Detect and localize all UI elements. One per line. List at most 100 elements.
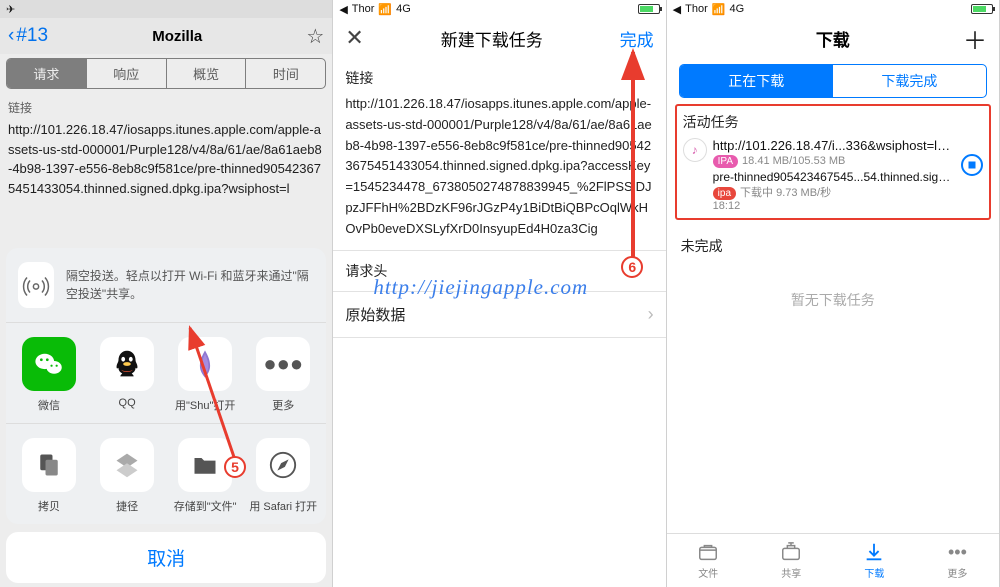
tab-download[interactable]: 下载 [833,534,916,587]
safari-icon [256,438,310,492]
section-active-tasks: 活动任务 [683,112,983,132]
status-app-name: Thor [352,3,375,15]
task-tag-ext: ipa [713,187,736,200]
shu-icon [178,337,232,391]
network-label: 4G [396,3,411,15]
share-icon [780,541,802,563]
download-task-row[interactable]: ♪ http://101.226.18.47/i...336&wsiphost=… [683,138,983,212]
copy-icon [22,438,76,492]
tab-more[interactable]: ••• 更多 [916,534,999,587]
back-app-icon[interactable]: ◀ [673,3,681,16]
tab-response[interactable]: 响应 [87,59,167,88]
raw-data-label: 原始数据 [345,304,405,325]
tab-files-label: 文件 [698,565,718,580]
tab-share-label: 共享 [781,565,801,580]
pane-share-sheet: ✈ ‹ #13 Mozilla ☆ 请求 响应 概览 时间 链接 http://… [0,0,333,587]
nav-bar: 下载 ＋ [667,18,999,58]
airdrop-row[interactable]: 隔空投送。轻点以打开 Wi-Fi 和蓝牙来通过"隔空投送"共享。 [6,248,326,323]
tab-files[interactable]: 文件 [667,534,750,587]
task-time: 18:12 [713,200,955,212]
network-label: 4G [729,3,744,15]
safari-label: 用 Safari 打开 [249,498,317,514]
annotation-5-icon: 5 [224,456,246,478]
add-button[interactable]: ＋ [963,21,987,56]
signal-icon: 📶 [712,3,726,16]
shortcuts-icon [100,438,154,492]
share-actions-row: 拷贝 捷径 存储到"文件" [6,423,326,524]
status-app-name: Thor [685,3,708,15]
close-button[interactable]: ✕ [345,25,363,51]
request-url: http://101.226.18.47/iosapps.itunes.appl… [0,118,332,204]
segment-control: 正在下载 下载完成 [679,64,987,98]
tab-bar: 文件 共享 下载 ••• 更多 [667,533,999,587]
empty-list-text: 暂无下载任务 [667,260,999,340]
watermark-text: http://jiejingapple.com [373,275,665,300]
action-shortcuts[interactable]: 捷径 [92,438,162,514]
chevron-left-icon: ‹ [8,25,14,47]
section-label-link: 链接 [0,93,332,118]
nav-bar: ‹ #13 Mozilla ☆ [0,18,332,54]
back-label: #13 [16,25,48,47]
task-size: 18.41 MB/105.53 MB [742,155,845,167]
page-title: 下载 [816,26,850,51]
pane-new-download: ◀ Thor 📶 4G ✕ 新建下载任务 完成 链接 http://101.22… [333,0,666,587]
airplane-icon: ✈ [6,3,15,16]
page-title: Mozilla [48,28,306,45]
tab-share[interactable]: 共享 [750,534,833,587]
tab-overview[interactable]: 概览 [167,59,247,88]
wechat-label: 微信 [38,397,60,413]
share-apps-row: 微信 QQ 用"Shu"打开 ●●● 更多 [6,323,326,423]
section-label-link: 链接 [333,58,665,94]
tab-download-label: 下载 [864,565,884,580]
save-files-label: 存储到"文件" [174,498,237,514]
share-more[interactable]: ●●● 更多 [248,337,318,413]
download-url-input[interactable]: http://101.226.18.47/iosapps.itunes.appl… [333,94,665,251]
share-shu[interactable]: 用"Shu"打开 [170,337,240,413]
download-icon [863,541,885,563]
signal-icon: 📶 [378,3,392,16]
back-button[interactable]: ‹ #13 [8,25,48,47]
airdrop-text: 隔空投送。轻点以打开 Wi-Fi 和蓝牙来通过"隔空投送"共享。 [66,267,315,303]
tab-time[interactable]: 时间 [246,59,325,88]
share-sheet: 隔空投送。轻点以打开 Wi-Fi 和蓝牙来通过"隔空投送"共享。 微信 QQ [6,248,326,583]
airdrop-icon [18,262,54,308]
shu-label: 用"Shu"打开 [175,397,235,413]
task-app-icon: ♪ [683,138,707,162]
wechat-icon [22,337,76,391]
more-icon: ••• [946,541,968,563]
shortcuts-label: 捷径 [116,498,138,514]
copy-label: 拷贝 [38,498,60,514]
back-app-icon[interactable]: ◀ [339,3,347,16]
cancel-button[interactable]: 取消 [6,532,326,583]
seg-downloading[interactable]: 正在下载 [680,65,833,97]
annotation-highlight-box: 活动任务 ♪ http://101.226.18.47/i...336&wsip… [675,104,991,220]
files-icon [697,541,719,563]
qq-label: QQ [119,397,136,409]
section-pending: 未完成 [667,226,999,260]
qq-icon [100,337,154,391]
done-button[interactable]: 完成 [620,26,654,51]
pane-downloads: ◀ Thor 📶 4G 下载 ＋ 正在下载 下载完成 活动任务 ♪ http:/… [667,0,1000,587]
status-bar: ◀ Thor 📶 4G [667,0,999,18]
task-filename: pre-thinned905423467545...54.thinned.sig… [713,170,955,184]
seg-completed[interactable]: 下载完成 [833,65,986,97]
share-wechat[interactable]: 微信 [14,337,84,413]
pause-button[interactable] [961,154,983,176]
task-speed: 下载中 9.73 MB/秒 [740,187,831,199]
task-url: http://101.226.18.47/i...336&wsiphost=lo… [713,138,955,153]
task-tag-ipa: IPA [713,155,738,168]
action-safari[interactable]: 用 Safari 打开 [248,438,318,514]
segment-control: 请求 响应 概览 时间 [6,58,326,89]
share-qq[interactable]: QQ [92,337,162,413]
nav-bar: ✕ 新建下载任务 完成 [333,18,665,58]
tab-request[interactable]: 请求 [7,59,87,88]
favorite-button[interactable]: ☆ [306,24,324,49]
chevron-right-icon: › [648,304,654,325]
battery-icon [971,4,993,14]
more-label: 更多 [272,397,294,413]
action-copy[interactable]: 拷贝 [14,438,84,514]
battery-icon [638,4,660,14]
page-title: 新建下载任务 [441,26,543,51]
status-bar: ✈ [0,0,332,18]
status-bar: ◀ Thor 📶 4G [333,0,665,18]
